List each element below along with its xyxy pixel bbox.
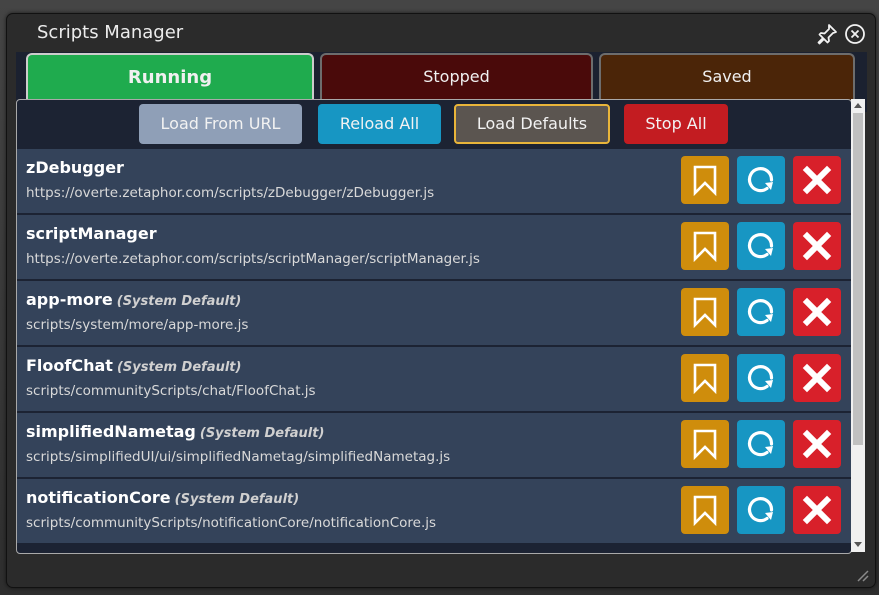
resize-grip-icon[interactable] (855, 567, 869, 582)
reload-script-button[interactable] (737, 222, 785, 270)
save-script-button[interactable] (681, 222, 729, 270)
reload-script-button[interactable] (737, 420, 785, 468)
script-path: https://overte.zetaphor.com/scripts/zDeb… (26, 185, 435, 201)
reload-icon (747, 233, 774, 259)
reload-script-button[interactable] (737, 156, 785, 204)
script-path: https://overte.zetaphor.com/scripts/scri… (26, 251, 480, 267)
bookmark-icon (693, 429, 717, 460)
script-name: simplifiedNametag (System Default) (26, 422, 324, 441)
title-bar[interactable]: Scripts Manager (7, 14, 875, 52)
x-icon (802, 297, 832, 327)
script-name: zDebugger (26, 158, 128, 177)
save-script-button[interactable] (681, 420, 729, 468)
x-icon (802, 363, 832, 393)
script-name-text: app-more (26, 290, 113, 309)
bookmark-icon (693, 363, 717, 394)
bookmark-icon (693, 297, 717, 328)
script-row: app-more (System Default) scripts/system/… (17, 281, 851, 347)
window-title: Scripts Manager (37, 22, 184, 43)
save-script-button[interactable] (681, 288, 729, 336)
reload-script-button[interactable] (737, 354, 785, 402)
reload-icon (747, 431, 774, 457)
script-name: FloofChat (System Default) (26, 356, 241, 375)
script-row: FloofChat (System Default) scripts/commun… (17, 347, 851, 413)
stop-script-button[interactable] (793, 354, 841, 402)
x-icon (802, 495, 832, 525)
script-row: simplifiedNametag (System Default) script… (17, 413, 851, 479)
script-row: scriptManager https://overte.zetaphor.co… (17, 215, 851, 281)
script-path: scripts/system/more/app-more.js (26, 317, 249, 333)
x-icon (802, 429, 832, 459)
x-icon (802, 231, 832, 261)
script-name: app-more (System Default) (26, 290, 241, 309)
action-bar: Load From URL Reload All Load Defaults S… (17, 100, 851, 150)
tab-stopped[interactable]: Stopped (320, 53, 593, 100)
script-name-text: simplifiedNametag (26, 422, 196, 441)
reload-icon (747, 497, 774, 523)
stop-all-button[interactable]: Stop All (624, 104, 728, 144)
tab-saved[interactable]: Saved (599, 53, 855, 100)
script-name-text: notificationCore (26, 488, 171, 507)
stop-script-button[interactable] (793, 420, 841, 468)
save-script-button[interactable] (681, 354, 729, 402)
system-default-tag: (System Default) (174, 492, 300, 507)
pin-icon[interactable] (815, 22, 839, 46)
load-defaults-button[interactable]: Load Defaults (454, 104, 610, 144)
stop-script-button[interactable] (793, 288, 841, 336)
bookmark-icon (693, 495, 717, 526)
stop-script-button[interactable] (793, 222, 841, 270)
script-row: zDebugger https://overte.zetaphor.com/sc… (17, 149, 851, 215)
script-path: scripts/communityScripts/chat/FloofChat.… (26, 383, 316, 399)
tab-running[interactable]: Running (26, 53, 314, 100)
script-name: scriptManager (26, 224, 161, 243)
script-name-text: zDebugger (26, 158, 124, 177)
bookmark-icon (693, 165, 717, 196)
save-script-button[interactable] (681, 486, 729, 534)
scrollbar[interactable] (851, 99, 865, 552)
script-name-text: scriptManager (26, 224, 157, 243)
scroll-up-arrow-icon[interactable] (854, 103, 862, 108)
bookmark-icon (693, 231, 717, 262)
script-row: notificationCore (System Default) scripts… (17, 479, 851, 545)
stop-script-button[interactable] (793, 486, 841, 534)
reload-all-button[interactable]: Reload All (318, 104, 441, 144)
close-circle-icon[interactable] (843, 22, 867, 46)
script-path: scripts/communityScripts/notificationCor… (26, 515, 437, 531)
reload-icon (747, 299, 774, 325)
load-from-url-button[interactable]: Load From URL (139, 104, 302, 144)
scripts-manager-window: Scripts Manager Running Stopped Saved Lo… (6, 13, 876, 588)
scrollbar-thumb[interactable] (853, 113, 863, 445)
script-name-text: FloofChat (26, 356, 113, 375)
system-default-tag: (System Default) (116, 360, 242, 375)
stop-script-button[interactable] (793, 156, 841, 204)
script-list: zDebugger https://overte.zetaphor.com/sc… (17, 149, 851, 545)
reload-icon (747, 365, 774, 391)
system-default-tag: (System Default) (199, 426, 325, 441)
scroll-down-arrow-icon[interactable] (854, 542, 862, 547)
x-icon (802, 165, 832, 195)
running-scripts-panel: Load From URL Reload All Load Defaults S… (16, 99, 852, 554)
script-name: notificationCore (System Default) (26, 488, 299, 507)
reload-script-button[interactable] (737, 486, 785, 534)
reload-icon (747, 167, 774, 193)
system-default-tag: (System Default) (116, 294, 242, 309)
script-path: scripts/simplifiedUI/ui/simplifiedNameta… (26, 449, 451, 465)
save-script-button[interactable] (681, 156, 729, 204)
reload-script-button[interactable] (737, 288, 785, 336)
